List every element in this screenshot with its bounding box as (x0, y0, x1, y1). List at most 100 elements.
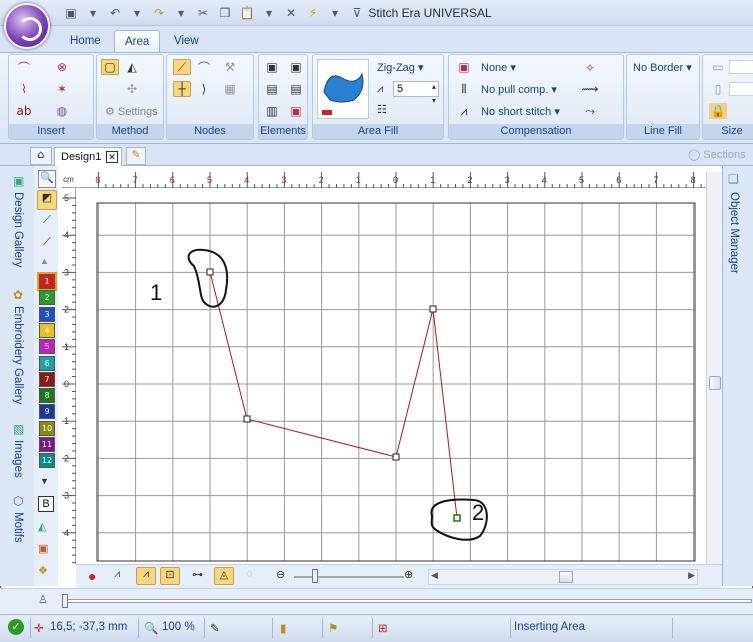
cut-icon[interactable]: ✂ (194, 5, 212, 21)
redo-icon[interactable]: ↷ (150, 5, 168, 21)
node-align-icon[interactable]: ▦ (221, 81, 239, 97)
short-stitch-dropdown[interactable]: No short stitch ▾ (481, 105, 560, 118)
stitch-path-icon[interactable]: ⟿ (581, 81, 599, 97)
dropdown-arrow-icon[interactable]: ▾ (260, 5, 278, 21)
scroll-right-icon[interactable]: ▶ (688, 570, 695, 581)
embroidery-gallery-tab[interactable]: Embroidery Gallery (12, 306, 24, 404)
new-tab-icon[interactable]: ✎ (126, 147, 146, 165)
node-display-icon[interactable]: ⊡ (160, 567, 180, 585)
line-node-icon[interactable]: ⟋ (173, 59, 191, 75)
height-icon[interactable]: ▯ (709, 81, 727, 97)
stitch-option-icon[interactable]: ⟡ (581, 59, 599, 75)
star-shape-icon[interactable]: ✶ (53, 81, 71, 97)
zoom-in-icon[interactable]: ⊕ (404, 568, 413, 581)
stitch-order-icon[interactable]: ⤳ (581, 103, 599, 119)
stitch-view-icon[interactable]: ⩘ (114, 568, 120, 581)
circle-insert-icon[interactable]: ◍ (53, 103, 71, 119)
text-insert-icon[interactable]: ab (15, 103, 33, 119)
stitch-slider-thumb[interactable] (62, 594, 68, 608)
application-menu-button[interactable] (4, 3, 50, 49)
dropdown-arrow-icon[interactable]: ▾ (84, 5, 102, 21)
stitch-slider-track[interactable] (62, 599, 752, 603)
sections-toggle[interactable]: ◯ Sections (688, 148, 746, 161)
wand-tool-icon[interactable]: ⟋ (38, 236, 56, 254)
smooth-node-icon[interactable]: ⟩ (195, 81, 213, 97)
density-spinner[interactable]: 5 ▴ ▾ (393, 81, 439, 105)
polyline-icon[interactable]: ⌇ (15, 81, 33, 97)
element-exit-icon[interactable]: ▣ (287, 59, 305, 75)
pull-comp-dropdown[interactable]: No pull comp. ▾ (481, 83, 557, 96)
zoom-slider-thumb[interactable] (312, 569, 318, 583)
fill-preview[interactable] (317, 59, 369, 119)
copy-icon[interactable]: ❐ (216, 5, 234, 21)
palette-color-4[interactable]: 4 (39, 322, 55, 338)
stitch-display-icon[interactable]: ⩘ (136, 567, 156, 585)
connection-icon[interactable]: ⊶ (192, 568, 203, 581)
node-handle[interactable] (429, 305, 437, 313)
element-end-icon[interactable]: ▤ (287, 81, 305, 97)
save-icon[interactable]: ▣ (62, 5, 80, 21)
method-area-icon[interactable]: ▢ (101, 59, 119, 75)
palette-up-arrow-icon[interactable]: ▲ (40, 256, 49, 266)
palette-down-arrow-icon[interactable]: ▼ (40, 476, 49, 486)
palette-color-1[interactable]: 1 (37, 272, 57, 291)
palette-color-11[interactable]: 11 (39, 437, 55, 452)
outline-display-icon[interactable]: ◬ (214, 567, 234, 585)
corner-node-icon[interactable]: ┼ (173, 81, 191, 97)
tab-view[interactable]: View (164, 30, 209, 52)
dropdown-arrow-icon[interactable]: ▾ (128, 5, 146, 21)
realistic-view-icon[interactable]: ◌ (246, 568, 253, 580)
background-color-button[interactable]: B (38, 496, 54, 512)
active-node-handle[interactable] (453, 514, 461, 522)
fill-options-icon[interactable]: ☷ (377, 103, 387, 116)
palette-color-3[interactable]: 3 (39, 306, 55, 322)
open-curve-icon[interactable]: ⌒ (15, 59, 33, 75)
settings-button[interactable]: ⚙ Settings (105, 105, 158, 118)
node-handle[interactable] (206, 268, 214, 276)
lock-ratio-icon[interactable]: 🔒 (709, 103, 727, 119)
palette-color-12[interactable]: 12 (39, 453, 55, 469)
element-entry-icon[interactable]: ▣ (263, 59, 281, 75)
color-tool-icon[interactable]: ◭ (38, 520, 46, 533)
images-tab[interactable]: Images (12, 440, 24, 478)
node-handle[interactable] (392, 453, 400, 461)
thread-chart-icon[interactable]: ❖ (38, 564, 48, 577)
palette-color-10[interactable]: 10 (39, 420, 55, 436)
dropdown-arrow-icon[interactable]: ▾ (172, 5, 190, 21)
fill-pattern-dropdown[interactable]: Zig-Zag ▾ (377, 61, 424, 74)
element-tie-icon[interactable]: ▥ (263, 103, 281, 119)
palette-color-5[interactable]: 5 (39, 339, 55, 355)
eyedropper-tool-icon[interactable]: ⟋ (38, 214, 56, 232)
design-canvas[interactable]: 1 2 (76, 188, 706, 564)
node-tool-icon[interactable]: ⚒ (221, 59, 239, 75)
person-icon[interactable]: ♙ (38, 593, 48, 606)
scroll-thumb[interactable] (709, 376, 721, 390)
tab-design1[interactable]: Design1 ✕ (54, 147, 122, 166)
fill-tool-icon[interactable]: ▣ (38, 542, 48, 555)
scroll-left-icon[interactable]: ◀ (431, 570, 438, 581)
motifs-tab[interactable]: Motifs (12, 512, 24, 543)
palette-color-9[interactable]: 9 (39, 404, 55, 420)
undo-icon[interactable]: ↶ (106, 5, 124, 21)
width-icon[interactable]: ▭ (709, 59, 727, 75)
h-scroll-thumb[interactable] (559, 571, 573, 583)
compensation-none-dropdown[interactable]: None ▾ (481, 61, 516, 74)
home-tab-icon[interactable]: ⌂ (30, 147, 52, 165)
element-start-icon[interactable]: ▤ (263, 81, 281, 97)
design-grid[interactable]: 1 2 (76, 188, 706, 564)
border-dropdown[interactable]: No Border ▾ (633, 61, 692, 74)
element-stop-icon[interactable]: ▣ (287, 103, 305, 119)
method-tools-icon[interactable]: ✣ (123, 81, 141, 97)
vertical-scrollbar[interactable] (706, 172, 722, 564)
zoom-slider-track[interactable] (294, 576, 404, 578)
method-shapes-icon[interactable]: ◭ (123, 59, 141, 75)
design-gallery-tab[interactable]: Design Gallery (12, 192, 24, 267)
zoom-out-icon[interactable]: ⊖ (276, 568, 285, 581)
record-icon[interactable]: ● (88, 568, 96, 584)
close-icon[interactable]: ✕ (106, 151, 118, 163)
zoom-tool-icon[interactable]: 🔍 (38, 170, 56, 188)
object-manager-tab[interactable]: Object Manager (728, 192, 740, 274)
delete-icon[interactable]: ✕ (282, 5, 300, 21)
spinner-arrows-icon[interactable]: ▴ ▾ (432, 80, 436, 108)
closed-shape-icon[interactable]: ⊗ (53, 59, 71, 75)
